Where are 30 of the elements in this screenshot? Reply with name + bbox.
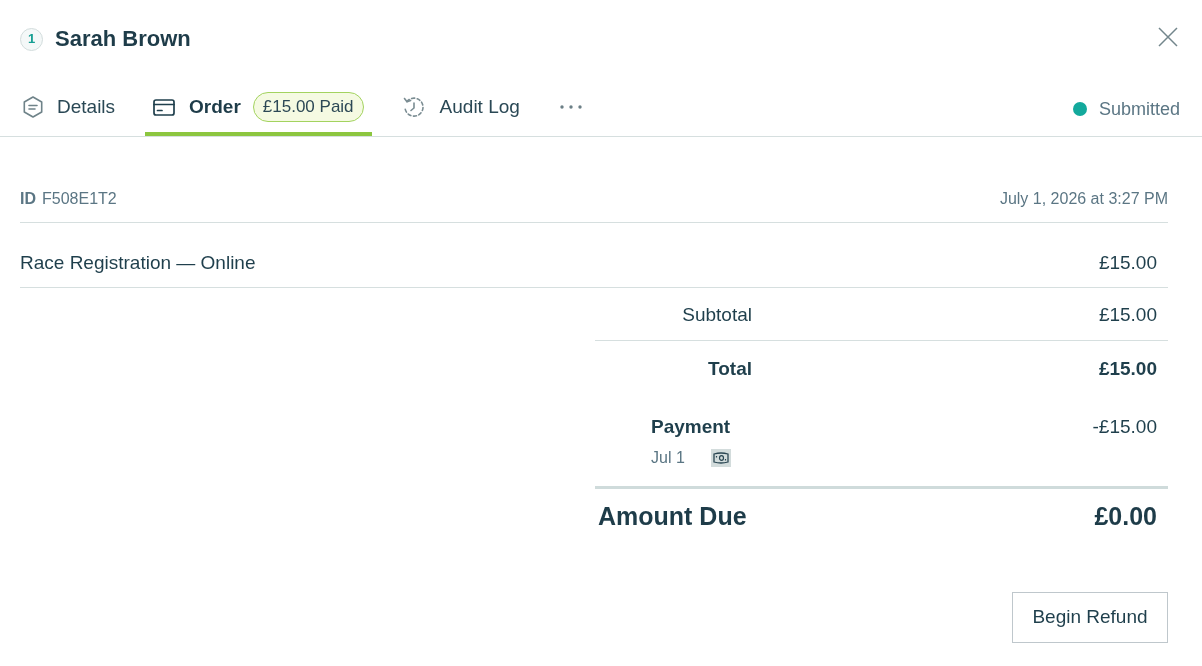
step-number: 1 — [20, 27, 43, 51]
line-item-description: Race Registration — Online — [20, 251, 256, 275]
line-item-amount: £15.00 — [1098, 251, 1158, 275]
total-amount: £15.00 — [1098, 357, 1158, 381]
id-label: ID — [20, 189, 36, 209]
close-icon — [1158, 27, 1178, 47]
hexagon-lines-icon — [23, 96, 43, 118]
order-id: F508E1T2 — [42, 189, 117, 209]
payment-amount: -£15.00 — [1092, 415, 1158, 439]
subtotal-label: Subtotal — [682, 303, 752, 327]
card-icon — [153, 98, 176, 116]
history-icon — [401, 95, 426, 119]
cash-icon — [710, 449, 731, 467]
paid-badge: £15.00 Paid — [252, 92, 364, 122]
payment-date: Jul 1 — [651, 448, 685, 468]
payment-label: Payment — [651, 415, 731, 439]
refund-button[interactable]: Begin Refund — [1012, 592, 1168, 643]
amount-due-label: Amount Due — [597, 501, 747, 531]
total-label: Total — [708, 357, 752, 381]
order-date: July 1, 2026 at 3:27 PM — [999, 189, 1168, 209]
amount-due-value: £0.00 — [1094, 501, 1158, 531]
status-dot-icon — [1072, 102, 1087, 116]
tab[interactable]: Details — [15, 76, 124, 136]
close-button[interactable] — [1158, 27, 1178, 47]
more-icon — [559, 105, 582, 109]
subtotal-amount: £15.00 — [1098, 303, 1158, 327]
tab[interactable]: Order £15.00 Paid — [145, 76, 372, 136]
status-text: Submitted — [1098, 97, 1180, 121]
tab[interactable]: Audit Log — [393, 76, 528, 136]
person-name: Sarah Brown — [55, 26, 191, 52]
